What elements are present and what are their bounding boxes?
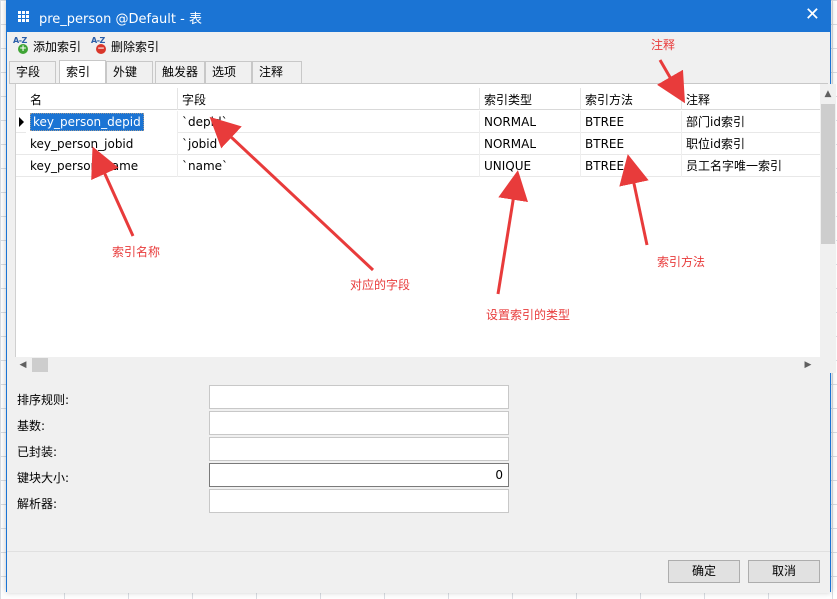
header-comment[interactable]: 注释 <box>682 88 821 110</box>
header-field[interactable]: 字段 <box>178 88 480 110</box>
annotation-index-method: 索引方法 <box>657 255 706 269</box>
add-index-label: 添加索引 <box>33 39 82 54</box>
annotation-field: 对应的字段 <box>350 278 411 292</box>
cancel-button[interactable]: 取消 <box>748 560 820 583</box>
vertical-scroll-thumb[interactable] <box>821 104 835 244</box>
row-field-cell[interactable]: `depid` <box>178 111 480 133</box>
table-design-window: pre_person @Default - 表 ✕ A-Z + 添加索引 A-Z… <box>6 0 836 593</box>
property-row: 解析器: <box>15 489 515 515</box>
row-method-cell[interactable]: BTREE <box>581 111 682 133</box>
row-type-cell[interactable]: UNIQUE <box>480 155 581 177</box>
parser-field[interactable] <box>209 489 509 513</box>
tab-strip: 字段 索引 外键 触发器 选项 注释 <box>9 60 829 83</box>
add-index-icon: A-Z + <box>13 36 28 54</box>
scroll-up-icon[interactable]: ▲ <box>820 86 836 102</box>
header-index-type[interactable]: 索引类型 <box>480 88 581 110</box>
close-icon[interactable]: ✕ <box>805 5 820 25</box>
table-row[interactable]: key_person_depid `depid` NORMAL BTREE 部门… <box>16 111 821 133</box>
tab-triggers[interactable]: 触发器 <box>155 61 205 83</box>
property-row: 键块大小: 0 <box>15 463 515 489</box>
scroll-right-icon[interactable]: ▶ <box>800 357 816 373</box>
index-grid: 名 字段 索引类型 索引方法 注释 key_person_depid `depi… <box>15 84 821 373</box>
delete-index-icon: A-Z − <box>91 36 106 54</box>
row-comment-cell[interactable]: 部门id索引 <box>682 111 821 133</box>
tab-foreign-keys[interactable]: 外键 <box>106 61 153 83</box>
row-comment-cell[interactable]: 员工名字唯一索引 <box>682 155 821 177</box>
delete-index-label: 删除索引 <box>111 39 160 54</box>
scroll-left-icon[interactable]: ◀ <box>15 357 31 373</box>
row-method-cell[interactable]: BTREE <box>581 155 682 177</box>
window-title: pre_person @Default - 表 <box>39 12 202 27</box>
row-name-cell[interactable]: key_person_depid <box>26 111 178 133</box>
row-name-cell[interactable]: key_person_name <box>26 155 178 177</box>
tab-indexes[interactable]: 索引 <box>59 60 106 83</box>
row-name-cell[interactable]: key_person_jobid <box>26 133 178 155</box>
packed-field[interactable] <box>209 437 509 461</box>
collation-label: 排序规则: <box>17 393 70 407</box>
add-index-button[interactable]: A-Z + 添加索引 <box>13 35 81 57</box>
annotation-comment: 注释 <box>651 38 676 52</box>
row-field-cell[interactable]: `jobid` <box>178 133 480 155</box>
collation-field[interactable] <box>209 385 509 409</box>
grid-header: 名 字段 索引类型 索引方法 注释 <box>16 88 821 110</box>
delete-index-button[interactable]: A-Z − 删除索引 <box>91 35 159 57</box>
horizontal-scroll-thumb[interactable] <box>32 358 48 372</box>
packed-label: 已封装: <box>17 445 58 459</box>
row-type-cell[interactable]: NORMAL <box>480 111 581 133</box>
horizontal-scrollbar[interactable]: ◀ ▶ <box>15 357 820 373</box>
tab-fields[interactable]: 字段 <box>9 61 56 83</box>
ok-button[interactable]: 确定 <box>668 560 740 583</box>
annotation-index-type: 设置索引的类型 <box>486 308 571 322</box>
row-comment-cell[interactable]: 职位id索引 <box>682 133 821 155</box>
header-index-method[interactable]: 索引方法 <box>581 88 682 110</box>
table-row[interactable]: key_person_name `name` UNIQUE BTREE 员工名字… <box>16 155 821 177</box>
cardinality-label: 基数: <box>17 419 46 433</box>
property-row: 排序规则: <box>15 385 515 411</box>
row-type-cell[interactable]: NORMAL <box>480 133 581 155</box>
table-row[interactable]: key_person_jobid `jobid` NORMAL BTREE 职位… <box>16 133 821 155</box>
table-icon <box>18 11 29 22</box>
tab-options[interactable]: 选项 <box>205 61 252 83</box>
cardinality-field[interactable] <box>209 411 509 435</box>
vertical-scrollbar[interactable]: ▲ <box>820 84 836 373</box>
annotation-index-name: 索引名称 <box>112 245 161 259</box>
row-method-cell[interactable]: BTREE <box>581 133 682 155</box>
row-field-cell[interactable]: `name` <box>178 155 480 177</box>
key-block-size-label: 键块大小: <box>17 471 70 485</box>
dialog-footer: 确定 取消 <box>7 551 830 593</box>
key-block-size-field[interactable]: 0 <box>209 463 509 487</box>
property-row: 已封装: <box>15 437 515 463</box>
title-bar: pre_person @Default - 表 ✕ <box>7 1 830 32</box>
property-row: 基数: <box>15 411 515 437</box>
header-name[interactable]: 名 <box>26 88 178 110</box>
parser-label: 解析器: <box>17 497 58 511</box>
tab-comment[interactable]: 注释 <box>252 61 302 83</box>
